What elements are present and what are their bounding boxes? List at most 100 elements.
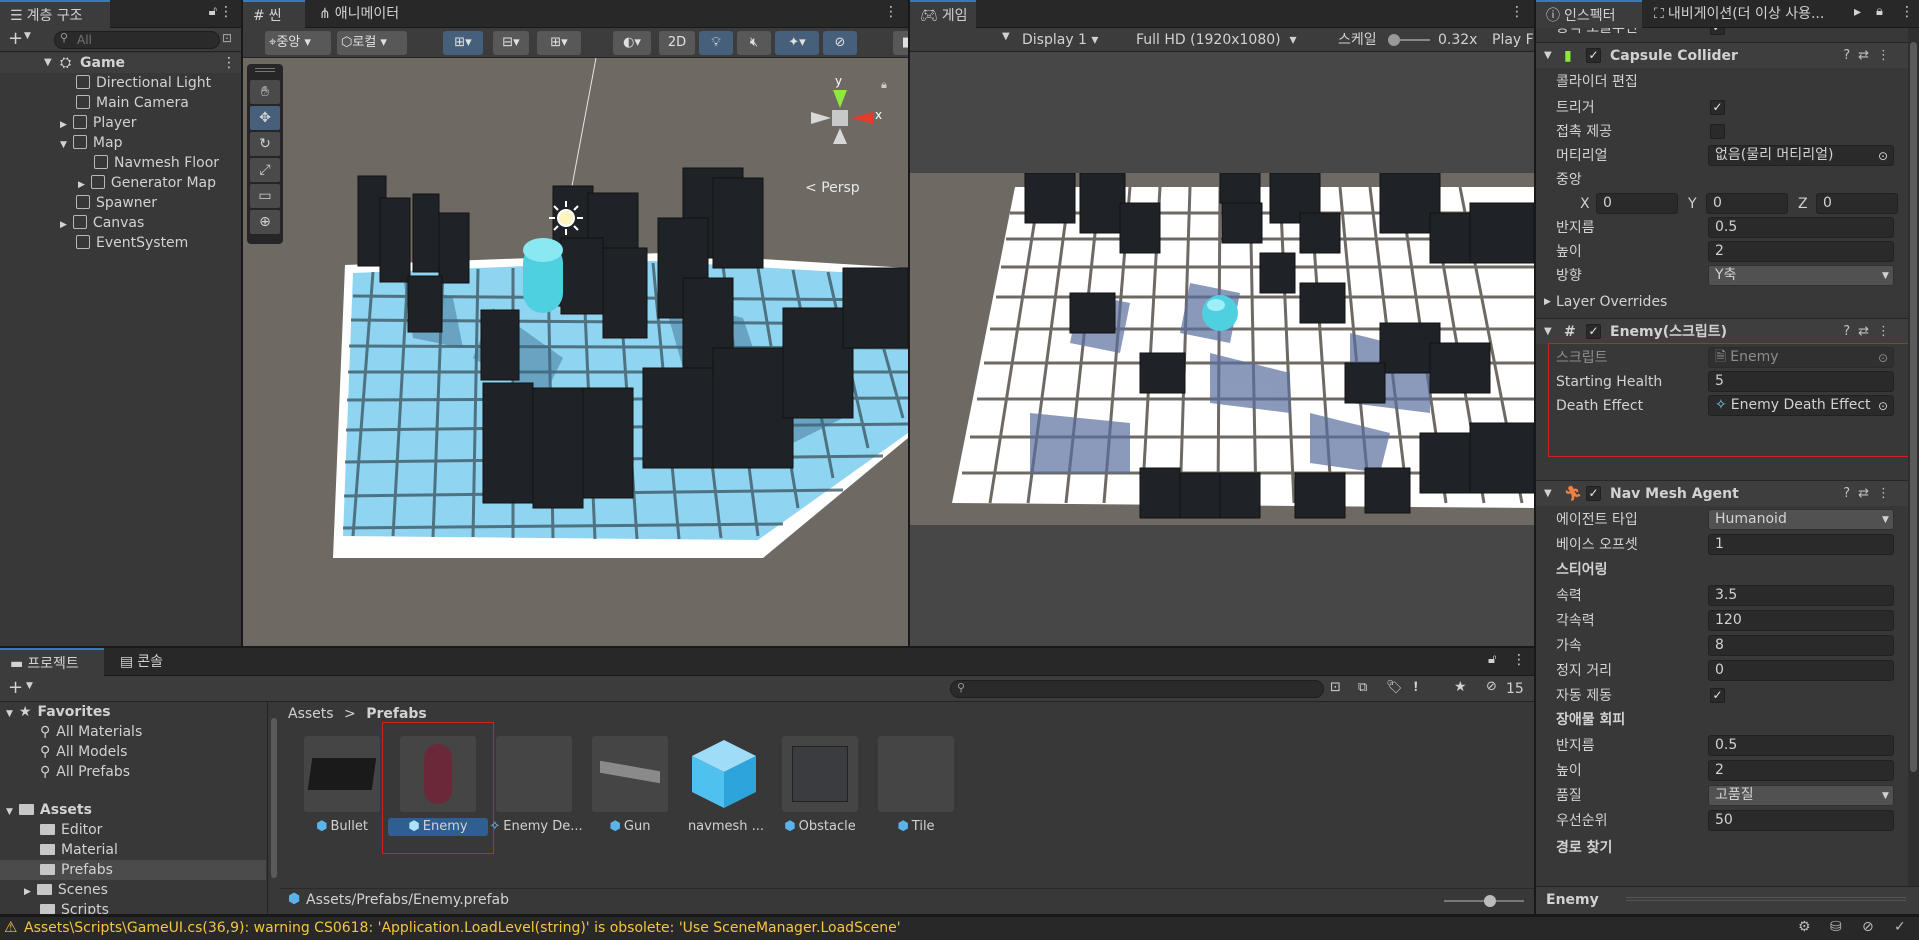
projection-toggle[interactable]: < Persp [805,180,860,196]
lock-icon[interactable]: 🔒︎ [1876,4,1883,19]
tree-scrollbar-thumb[interactable] [271,718,277,878]
lock-icon[interactable]: 🔓︎ [209,4,217,19]
expand-arrow-icon[interactable]: ▶ [24,887,31,897]
favorite-star-icon[interactable]: ★ [1454,679,1467,695]
visibility-toggle[interactable]: ⊘ [823,31,857,55]
tab-scene[interactable]: # 씬 [243,0,305,28]
hierarchy-item[interactable]: Spawner [76,193,157,213]
asset-label[interactable]: navmesh ... [678,818,774,836]
enemy-script-enabled-checkbox[interactable]: ✓ [1586,324,1601,339]
component-header-icons[interactable]: ?⇄⋮ [1843,43,1898,69]
shading-mode-dropdown[interactable]: ◐▾ [613,31,651,55]
avoid-height-field[interactable]: 2 [1708,760,1894,781]
asset-label[interactable]: ⬢ Gun [582,818,678,836]
game-mode-dropdown[interactable]: ▼ [1002,31,1010,42]
hierarchy-item[interactable]: Directional Light [76,73,211,93]
hierarchy-item[interactable]: ▶ Player [60,113,137,133]
agent-type-dropdown[interactable]: Humanoid [1708,509,1894,530]
lighting-toggle[interactable]: 💡︎ [699,31,733,55]
favorites-header[interactable]: ▼ ★ Favorites [6,702,111,722]
transform-tool-icon[interactable]: ⊕ [250,210,280,234]
nav-agent-enabled-checkbox[interactable]: ✓ [1586,486,1601,501]
assets-root[interactable]: ▼ Assets [6,800,92,820]
foldout-arrow-icon[interactable]: ▶ [1544,290,1551,314]
layer-overrides-row[interactable]: ▶ Layer Overrides [1536,290,1908,314]
icon-size-slider[interactable] [1444,895,1524,907]
hidden-packages-icon[interactable]: ⊘ [1486,679,1497,694]
trigger-checkbox[interactable]: ✓ [1710,100,1725,115]
orientation-gizmo[interactable]: y x 🔒︎ [799,74,889,164]
scene-root[interactable]: ▼ ⛭ Game ⋮ [0,53,241,73]
scale-tool-icon[interactable]: ⤢ [250,158,280,182]
grid-snap-button[interactable]: ⊞▾ [443,31,483,55]
hierarchy-item[interactable]: ▶ Generator Map [78,173,216,193]
tab-game[interactable]: 🎮︎ 게임 [910,0,976,28]
chevron-down-icon[interactable]: ▼ [26,681,33,691]
filter-by-type-icon[interactable]: ⧉ [1358,680,1367,695]
contact-checkbox[interactable] [1710,124,1725,139]
center-x-field[interactable]: 0 [1596,193,1678,214]
speed-field[interactable]: 3.5 [1708,585,1894,606]
lock-icon[interactable]: 🔒︎ [881,78,887,92]
grid-toggle-button[interactable]: ⊞▾ [537,31,581,55]
hierarchy-item[interactable]: ▼ Map [60,133,122,153]
pivot-dropdown[interactable]: ⌖중앙 ▾ [265,31,331,55]
breadcrumb-current[interactable]: Prefabs [366,706,427,722]
capsule-collider-enabled-checkbox[interactable]: ✓ [1586,48,1601,63]
breadcrumb-root[interactable]: Assets [288,706,334,722]
more-menu-icon[interactable]: ⋮ [884,4,898,20]
hand-tool-icon[interactable]: ✋︎ [250,80,280,104]
more-menu-icon[interactable]: ⋮ [1900,4,1914,20]
add-button[interactable]: + [8,676,23,700]
favorite-item[interactable]: ⚲ All Materials [40,722,142,742]
asset-thumbnail[interactable] [496,736,572,812]
angular-speed-field[interactable]: 120 [1708,610,1894,631]
filter-warning-icon[interactable]: ❗︎ [1414,680,1418,695]
radius-field[interactable]: 0.5 [1708,217,1894,238]
tab-scroll-icon[interactable]: ▸ [1854,4,1861,20]
center-z-field[interactable]: 0 [1816,193,1898,214]
avoid-radius-field[interactable]: 0.5 [1708,735,1894,756]
expand-arrow-icon[interactable]: ▼ [44,53,52,73]
favorite-item[interactable]: ⚲ All Models [40,742,127,762]
icon-size-slider-thumb[interactable] [1484,895,1496,907]
capsule-collider-header[interactable]: ▼ ▮ ✓ Capsule Collider ?⇄⋮ [1536,42,1908,68]
quality-dropdown[interactable]: 고품질 [1708,785,1894,806]
direction-dropdown[interactable]: Y축 [1708,265,1894,286]
project-search-input[interactable]: ⚲ [950,680,1324,698]
material-field[interactable]: 없음(물리 머티리얼) [1708,145,1894,166]
folder-item[interactable]: Editor [40,820,102,840]
foldout-arrow-icon[interactable]: ▼ [1544,319,1552,345]
foldout-arrow-icon[interactable]: ▼ [1544,481,1552,507]
stopping-distance-field[interactable]: 0 [1708,660,1894,681]
center-y-field[interactable]: 0 [1706,193,1788,214]
folder-item[interactable]: Scripts [40,900,109,914]
audio-toggle[interactable]: 🔇︎ [737,31,771,55]
camera-settings-button[interactable]: ■ [893,31,908,55]
rect-tool-icon[interactable]: ▭ [250,184,280,208]
expand-arrow-icon[interactable]: ▶ [60,220,67,230]
inspector-scrollbar[interactable] [1908,28,1919,886]
more-menu-icon[interactable]: ⋮ [219,4,233,20]
game-viewport[interactable] [910,173,1534,525]
play-focused-dropdown[interactable]: Play F [1492,28,1534,52]
tab-console[interactable]: ▤ 콘솔 [110,648,173,676]
move-tool-icon[interactable]: ✥ [250,106,280,130]
effects-dropdown[interactable]: ✦▾ [775,31,819,55]
expand-arrow-icon[interactable]: ▼ [60,140,67,150]
asset-label[interactable]: ⬢ Bullet [294,818,390,836]
tab-inspector[interactable]: ⓘ 인스펙터 [1536,0,1642,28]
folder-item[interactable]: Material [40,840,118,860]
enemy-script-header[interactable]: ▼ # ✓ Enemy(스크립트) ?⇄⋮ [1536,318,1908,344]
search-input[interactable] [54,31,220,49]
inspector-scrollbar-thumb[interactable] [1910,42,1917,772]
asset-thumbnail[interactable] [304,736,380,812]
folder-item-selected[interactable]: Prefabs [0,860,266,880]
auto-generate-lighting-icon[interactable]: ⊘ [1862,919,1874,935]
expand-arrow-icon[interactable]: ▼ [6,709,13,719]
cache-server-icon[interactable]: ⛁ [1830,919,1842,935]
asset-thumbnail[interactable] [878,736,954,812]
acceleration-field[interactable]: 8 [1708,635,1894,656]
asset-label[interactable]: ⬢ Tile [868,818,964,836]
progress-check-icon[interactable]: ✓ [1894,919,1906,935]
